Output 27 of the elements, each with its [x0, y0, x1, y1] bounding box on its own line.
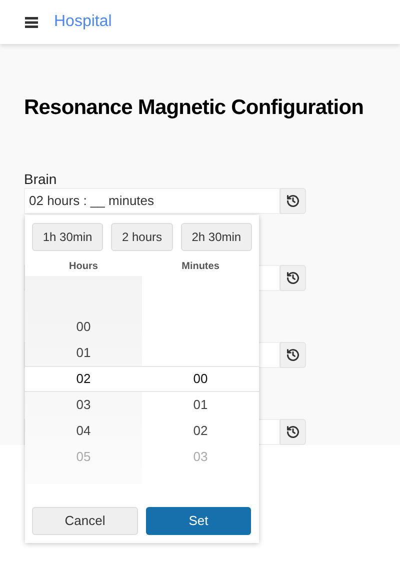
field-label: Brain: [24, 170, 57, 188]
clock-button[interactable]: [280, 342, 306, 368]
page-title: Resonance Magnetic Configuration: [24, 95, 365, 121]
wheel-option[interactable]: 01: [25, 340, 142, 366]
history-icon: [286, 271, 300, 285]
wheel-option[interactable]: 02: [25, 366, 142, 392]
time-field[interactable]: 02 hours : __ minutes: [24, 188, 280, 214]
column-header: Minutes: [180, 260, 220, 274]
wheel-option[interactable]: 00: [142, 366, 259, 392]
wheel-option[interactable]: 00: [25, 314, 142, 340]
preset-button[interactable]: 1h 30min: [32, 223, 104, 251]
clock-button[interactable]: [280, 265, 306, 291]
cancel-button[interactable]: Cancel: [32, 507, 138, 535]
clock-button[interactable]: [280, 419, 306, 445]
column-header: Hours: [68, 260, 99, 274]
wheel-option[interactable]: 04: [25, 418, 142, 444]
clock-button[interactable]: [280, 188, 306, 214]
history-icon: [286, 425, 300, 439]
history-icon: [286, 348, 300, 362]
wheel-option[interactable]: 02: [142, 418, 259, 444]
history-icon: [286, 194, 300, 208]
wheel-option[interactable]: 03: [25, 392, 142, 418]
menu-icon[interactable]: [25, 16, 38, 28]
set-button[interactable]: Set: [146, 507, 251, 535]
wheel-option[interactable]: 01: [142, 392, 259, 418]
preset-button[interactable]: 2 hours: [111, 223, 173, 251]
preset-button[interactable]: 2h 30min: [180, 223, 252, 251]
